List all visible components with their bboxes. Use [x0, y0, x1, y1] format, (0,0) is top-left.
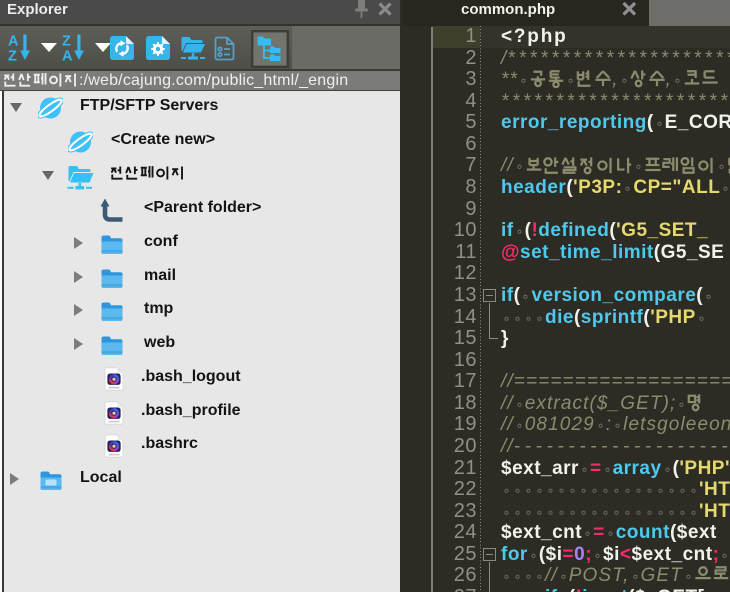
- svg-text:Z: Z: [8, 49, 17, 63]
- svg-text:A: A: [8, 34, 19, 50]
- svg-text:Z: Z: [62, 34, 71, 50]
- svg-text:A: A: [62, 49, 73, 63]
